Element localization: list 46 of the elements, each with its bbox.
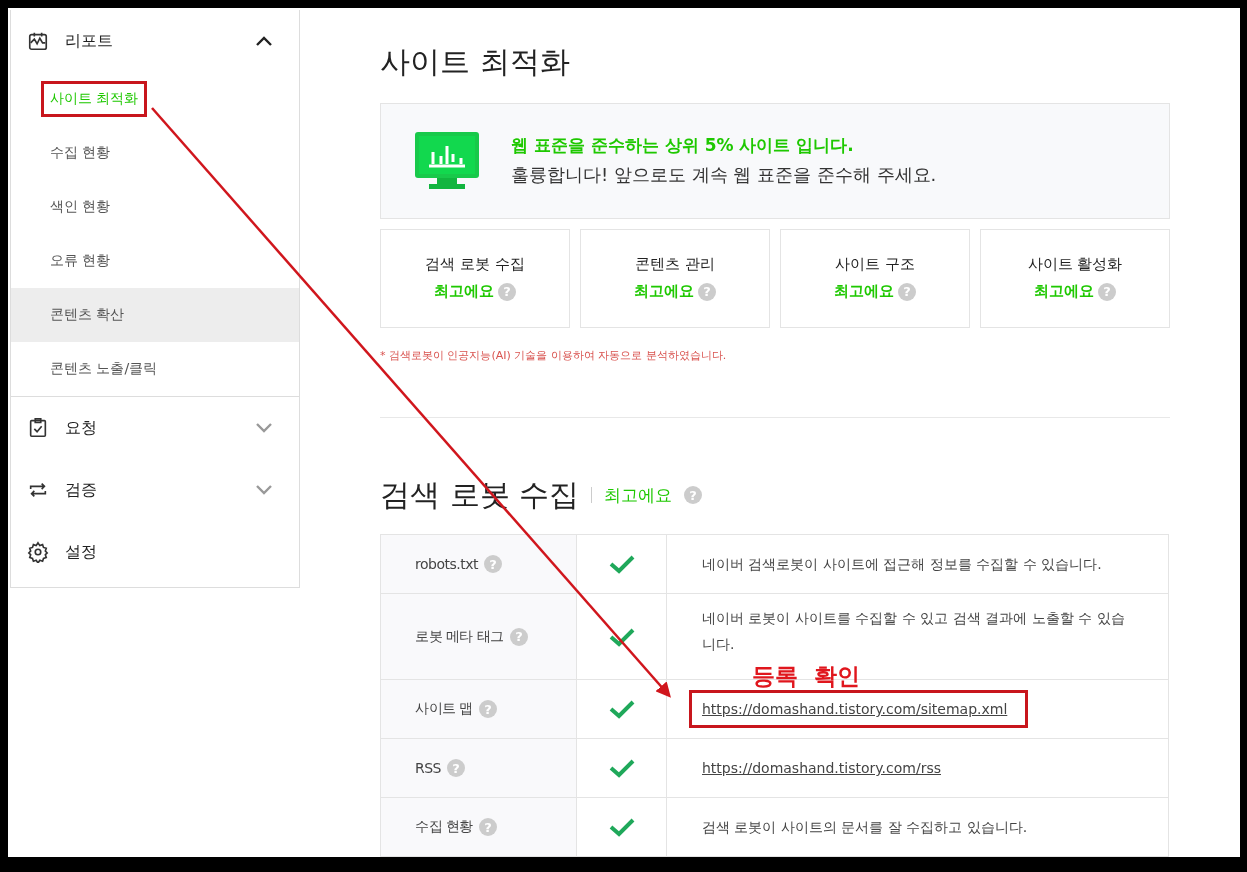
highlight-frame: 사이트 최적화 [41, 81, 148, 117]
group-label: 설정 [65, 541, 98, 563]
url-link[interactable]: https://domashand.tistory.com/rss [689, 749, 962, 787]
row-label: robots.txt [415, 556, 478, 572]
sidebar-group[interactable]: 검증 [11, 459, 299, 521]
row-description: 검색 로봇이 사이트의 문서를 잘 수집하고 있습니다. [701, 818, 1029, 837]
row-label: 수집 현황 [415, 818, 473, 836]
banner-message: 훌륭합니다! 앞으로도 계속 웹 표준을 준수해 주세요. [511, 163, 937, 188]
settings-icon [27, 541, 49, 563]
row-description: 네이버 로봇이 사이트를 수집할 수 있고 검색 결과에 노출할 수 있습니다. [701, 609, 1126, 654]
card-title: 검색 로봇 수집 [425, 255, 525, 275]
sidebar-group[interactable]: 설정 [11, 521, 299, 583]
highlighted-link[interactable]: https://domashand.tistory.com/sitemap.xml [689, 690, 1029, 728]
item-label: 콘텐츠 확산 [49, 305, 126, 324]
grade-text: 최고에요 [634, 282, 694, 302]
annotation-text: 등록 확인 [752, 662, 860, 691]
footnote: * 검색로봇이 인공지능(AI) 기술을 이용하여 자동으로 분석하였습니다. [380, 347, 728, 363]
card-title: 사이트 구조 [835, 255, 915, 275]
banner-headline: 웹 표준을 준수하는 상위 5% 사이트 입니다. [511, 134, 855, 158]
report-icon [27, 30, 49, 52]
item-label: 색인 현황 [49, 197, 112, 216]
sidebar-group[interactable]: 리포트 [11, 10, 299, 72]
chevron-up-icon[interactable] [255, 35, 273, 47]
item-label: 수집 현황 [49, 143, 112, 162]
group-label: 리포트 [65, 30, 114, 52]
item-label: 오류 현황 [49, 251, 112, 270]
monitor-chart-icon [415, 131, 479, 190]
sidebar-group[interactable]: 요청 [11, 397, 299, 459]
sidebar-item[interactable]: 콘텐츠 확산 [11, 288, 299, 342]
grade-text: 최고에요 [834, 282, 894, 302]
card-title: 콘텐츠 관리 [635, 255, 715, 275]
card-title: 사이트 활성화 [1027, 255, 1123, 275]
group-label: 검증 [65, 479, 98, 501]
row-label: 로봇 메타 태그 [415, 627, 504, 646]
row-label: 사이트 맵 [415, 700, 473, 718]
group-label: 요청 [65, 417, 98, 439]
item-label: 콘텐츠 노출/클릭 [49, 359, 159, 378]
chevron-down-icon[interactable] [255, 422, 273, 434]
page-title: 사이트 최적화 [380, 43, 571, 81]
chevron-down-icon[interactable] [255, 484, 273, 496]
row-description: 네이버 검색로봇이 사이트에 접근해 정보를 수집할 수 있습니다. [701, 555, 1103, 574]
grade-text: 최고에요 [434, 282, 494, 302]
clipboard-check-icon [27, 417, 49, 439]
row-label: RSS [415, 760, 441, 776]
grade-text: 최고에요 [1034, 282, 1094, 302]
grade-text: 최고에요 [604, 483, 673, 507]
